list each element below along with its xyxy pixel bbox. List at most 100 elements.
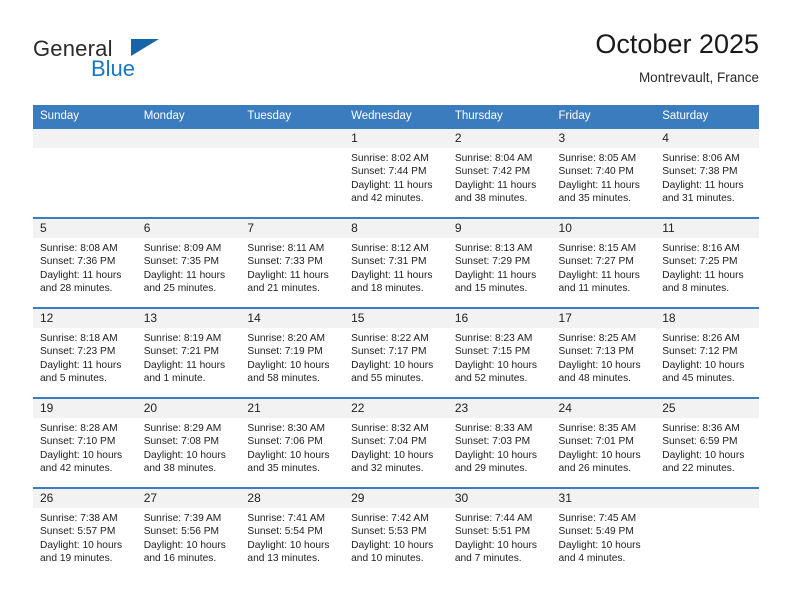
calendar-day-cell[interactable]: 5 Sunrise: 8:08 AM Sunset: 7:36 PM Daylight… [33, 217, 137, 308]
daylight-text: Daylight: 10 hours and 38 minutes. [143, 449, 226, 475]
sunset-text: Sunset: 7:25 PM [662, 256, 738, 268]
sunrise-text: Sunrise: 8:23 AM [454, 333, 533, 344]
calendar-day-cell[interactable]: 29 Sunrise: 7:42 AM Sunset: 5:53 PM Dayligh… [344, 487, 448, 578]
calendar-day-cell[interactable]: 19 Sunrise: 8:28 AM Sunset: 7:10 PM Dayligh… [33, 397, 137, 488]
calendar-day-cell[interactable]: 30 Sunrise: 7:44 AM Sunset: 5:51 PM Dayligh… [447, 487, 552, 578]
calendar-day-cell[interactable]: 23 Sunrise: 8:33 AM Sunset: 7:03 PM Dayligh… [447, 397, 552, 488]
day-number: 28 [240, 489, 345, 508]
day-cell-inner: 18 Sunrise: 8:26 AM Sunset: 7:12 PM Dayligh… [655, 309, 759, 397]
day-cell-inner: 24 Sunrise: 8:35 AM Sunset: 7:01 PM Dayligh… [551, 399, 656, 487]
calendar-day-cell[interactable]: 3 Sunrise: 8:05 AM Sunset: 7:40 PM Daylight… [551, 127, 656, 218]
calendar-day-cell[interactable]: 6 Sunrise: 8:09 AM Sunset: 7:35 PM Daylight… [136, 217, 241, 308]
day-cell-inner: 20 Sunrise: 8:29 AM Sunset: 7:08 PM Dayligh… [136, 399, 241, 487]
calendar-day-cell[interactable]: 20 Sunrise: 8:29 AM Sunset: 7:08 PM Dayligh… [136, 397, 241, 488]
day-number: 26 [33, 489, 137, 508]
day-details: Sunrise: 8:11 AM Sunset: 7:33 PM Daylight:… [240, 238, 344, 296]
calendar-day-cell[interactable]: 15 Sunrise: 8:22 AM Sunset: 7:17 PM Dayligh… [344, 307, 448, 398]
sunset-text: Sunset: 7:13 PM [558, 346, 634, 358]
day-number: 30 [447, 489, 552, 508]
calendar-day-cell[interactable]: 26 Sunrise: 7:38 AM Sunset: 5:57 PM Dayligh… [33, 487, 137, 578]
calendar-table: Sunday Monday Tuesday Wednesday Thursday… [33, 105, 759, 578]
calendar-day-cell[interactable]: 4 Sunrise: 8:06 AM Sunset: 7:38 PM Daylight… [655, 127, 759, 218]
calendar-day-cell[interactable]: 9 Sunrise: 8:13 AM Sunset: 7:29 PM Daylight… [447, 217, 552, 308]
day-details: Sunrise: 8:06 AM Sunset: 7:38 PM Daylight:… [655, 148, 759, 206]
sunset-text: Sunset: 7:08 PM [143, 436, 220, 448]
sunrise-text: Sunrise: 8:25 AM [558, 333, 637, 344]
calendar-day-cell[interactable]: 31 Sunrise: 7:45 AM Sunset: 5:49 PM Dayligh… [551, 487, 656, 578]
daylight-text: Daylight: 11 hours and 1 minute. [143, 359, 226, 385]
sunset-text: Sunset: 7:10 PM [40, 436, 116, 448]
sunrise-text: Sunrise: 8:20 AM [247, 333, 325, 344]
day-details: Sunrise: 7:39 AM Sunset: 5:56 PM Daylight:… [137, 508, 241, 566]
day-number [33, 129, 137, 148]
day-number: 10 [551, 219, 656, 238]
day-details: Sunrise: 8:28 AM Sunset: 7:10 PM Daylight:… [33, 418, 137, 476]
day-number: 11 [655, 219, 759, 238]
day-details: Sunrise: 8:30 AM Sunset: 7:06 PM Daylight:… [240, 418, 344, 476]
day-cell-inner: 5 Sunrise: 8:08 AM Sunset: 7:36 PM Daylight… [33, 219, 137, 307]
day-cell-inner: 7 Sunrise: 8:11 AM Sunset: 7:33 PM Daylight… [240, 219, 345, 307]
calendar-day-cell[interactable]: 7 Sunrise: 8:11 AM Sunset: 7:33 PM Daylight… [240, 217, 345, 308]
day-cell-inner: 19 Sunrise: 8:28 AM Sunset: 7:10 PM Dayligh… [33, 399, 137, 487]
calendar-day-cell[interactable]: 10 Sunrise: 8:15 AM Sunset: 7:27 PM Dayligh… [551, 217, 656, 308]
calendar-day-cell-empty [33, 127, 137, 218]
daylight-text: Daylight: 10 hours and 58 minutes. [247, 359, 330, 385]
day-number: 4 [655, 129, 759, 148]
calendar-day-cell[interactable]: 21 Sunrise: 8:30 AM Sunset: 7:06 PM Dayligh… [240, 397, 345, 488]
day-cell-inner: 14 Sunrise: 8:20 AM Sunset: 7:19 PM Dayligh… [240, 309, 345, 397]
sunrise-text: Sunrise: 7:44 AM [454, 513, 533, 524]
day-number: 2 [447, 129, 552, 148]
sunrise-text: Sunrise: 8:12 AM [351, 243, 429, 254]
sunset-text: Sunset: 5:57 PM [40, 526, 116, 538]
calendar-day-cell[interactable]: 25 Sunrise: 8:36 AM Sunset: 6:59 PM Dayligh… [655, 397, 759, 488]
daylight-text: Daylight: 10 hours and 10 minutes. [351, 539, 434, 565]
title-block: October 2025 Montrevault, France [595, 28, 759, 88]
calendar-day-cell[interactable]: 18 Sunrise: 8:26 AM Sunset: 7:12 PM Dayligh… [655, 307, 759, 398]
page-title: October 2025 [595, 29, 759, 59]
calendar-day-cell[interactable]: 2 Sunrise: 8:04 AM Sunset: 7:42 PM Daylight… [447, 127, 552, 218]
calendar-day-cell[interactable]: 11 Sunrise: 8:16 AM Sunset: 7:25 PM Dayligh… [655, 217, 759, 308]
sunrise-text: Sunrise: 7:38 AM [40, 513, 118, 524]
calendar-day-cell[interactable]: 28 Sunrise: 7:41 AM Sunset: 5:54 PM Dayligh… [240, 487, 345, 578]
day-number: 29 [344, 489, 448, 508]
weekday-header-monday: Monday [136, 105, 241, 128]
calendar-day-cell[interactable]: 17 Sunrise: 8:25 AM Sunset: 7:13 PM Dayligh… [551, 307, 656, 398]
day-number [240, 129, 345, 148]
calendar-day-cell[interactable]: 16 Sunrise: 8:23 AM Sunset: 7:15 PM Dayligh… [447, 307, 552, 398]
calendar-day-cell[interactable]: 22 Sunrise: 8:32 AM Sunset: 7:04 PM Dayligh… [344, 397, 448, 488]
day-number: 25 [655, 399, 759, 418]
day-number: 20 [136, 399, 241, 418]
day-details: Sunrise: 8:08 AM Sunset: 7:36 PM Daylight:… [33, 238, 137, 296]
daylight-text: Daylight: 10 hours and 55 minutes. [351, 359, 434, 385]
sunset-text: Sunset: 7:03 PM [454, 436, 531, 448]
calendar-day-cell[interactable]: 13 Sunrise: 8:19 AM Sunset: 7:21 PM Dayligh… [136, 307, 241, 398]
calendar-week-row: 26 Sunrise: 7:38 AM Sunset: 5:57 PM Dayligh… [33, 487, 759, 578]
calendar-day-cell[interactable]: 14 Sunrise: 8:20 AM Sunset: 7:19 PM Dayligh… [240, 307, 345, 398]
day-number: 19 [33, 399, 137, 418]
day-cell-inner: 25 Sunrise: 8:36 AM Sunset: 6:59 PM Dayligh… [655, 399, 759, 487]
calendar-day-cell[interactable]: 27 Sunrise: 7:39 AM Sunset: 5:56 PM Dayligh… [136, 487, 241, 578]
daylight-text: Daylight: 10 hours and 7 minutes. [454, 539, 537, 565]
day-number: 24 [551, 399, 656, 418]
day-details: Sunrise: 8:26 AM Sunset: 7:12 PM Daylight:… [655, 328, 759, 386]
daylight-text: Daylight: 10 hours and 35 minutes. [247, 449, 330, 475]
sunrise-text: Sunrise: 7:42 AM [351, 513, 429, 524]
sunset-text: Sunset: 5:51 PM [454, 526, 531, 538]
day-details: Sunrise: 7:42 AM Sunset: 5:53 PM Daylight:… [344, 508, 448, 566]
day-details: Sunrise: 8:22 AM Sunset: 7:17 PM Daylight:… [344, 328, 448, 386]
day-cell-inner [240, 129, 345, 217]
generalblue-logo[interactable]: General Blue [33, 36, 293, 96]
calendar-day-cell[interactable]: 12 Sunrise: 8:18 AM Sunset: 7:23 PM Dayligh… [33, 307, 137, 398]
day-details: Sunrise: 8:15 AM Sunset: 7:27 PM Daylight:… [552, 238, 656, 296]
calendar-day-cell[interactable]: 24 Sunrise: 8:35 AM Sunset: 7:01 PM Dayligh… [551, 397, 656, 488]
day-number: 1 [344, 129, 448, 148]
sunset-text: Sunset: 5:53 PM [351, 526, 427, 538]
sunrise-text: Sunrise: 8:30 AM [247, 423, 325, 434]
sunrise-text: Sunrise: 8:19 AM [143, 333, 222, 344]
day-number: 21 [240, 399, 345, 418]
sunset-text: Sunset: 7:04 PM [351, 436, 427, 448]
sunset-text: Sunset: 7:06 PM [247, 436, 323, 448]
sunset-text: Sunset: 6:59 PM [662, 436, 738, 448]
calendar-day-cell[interactable]: 8 Sunrise: 8:12 AM Sunset: 7:31 PM Daylight… [344, 217, 448, 308]
calendar-day-cell[interactable]: 1 Sunrise: 8:02 AM Sunset: 7:44 PM Daylight… [344, 127, 448, 218]
